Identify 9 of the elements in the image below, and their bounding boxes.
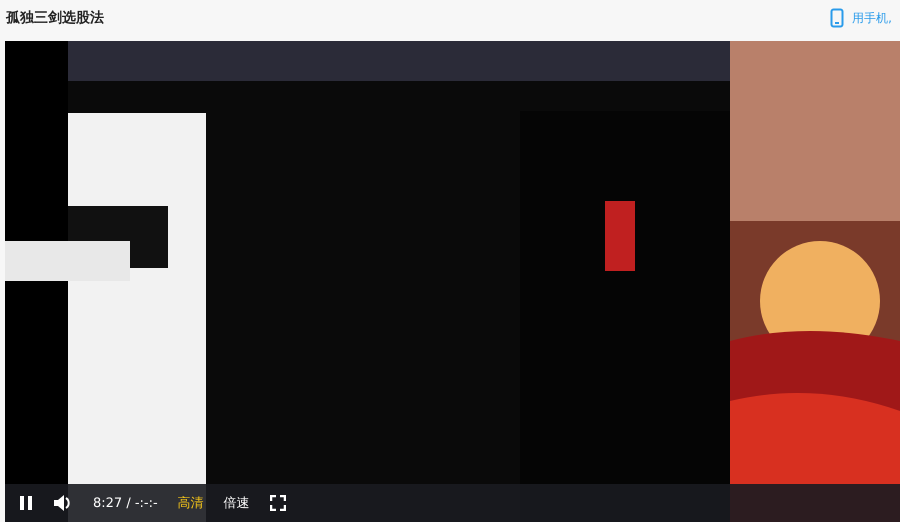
page-title: 孤独三剑选股法 bbox=[6, 9, 104, 27]
phone-icon bbox=[830, 8, 844, 28]
playback-time: 8:27 / -:-:- bbox=[93, 496, 158, 510]
fullscreen-icon bbox=[270, 495, 286, 511]
fullscreen-button[interactable] bbox=[270, 495, 286, 511]
quality-button[interactable]: 高清 bbox=[178, 494, 204, 512]
pause-icon bbox=[19, 495, 33, 511]
speed-button[interactable]: 倍速 bbox=[224, 494, 250, 512]
play-pause-button[interactable] bbox=[19, 495, 33, 511]
